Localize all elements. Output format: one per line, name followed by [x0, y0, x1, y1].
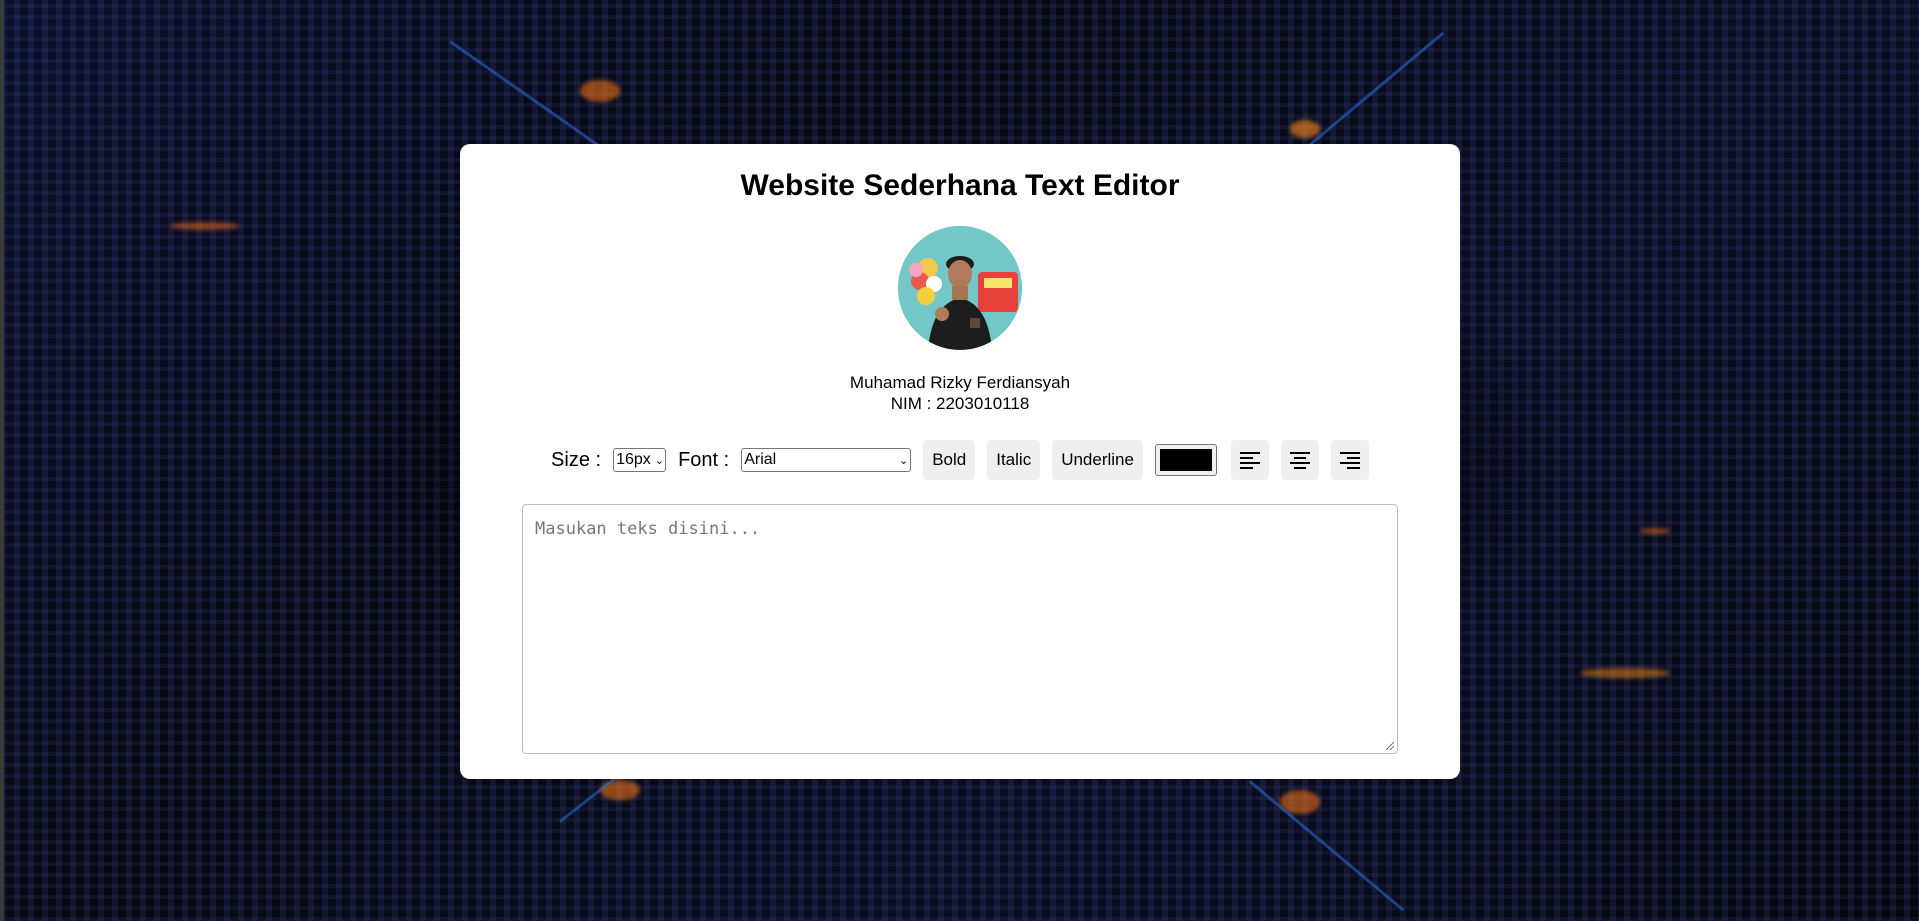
editor-placeholder: Masukan teks disini... — [535, 519, 761, 539]
font-size-value: 16px — [616, 451, 651, 468]
italic-button[interactable]: Italic — [987, 440, 1041, 480]
align-left-icon — [1239, 452, 1260, 469]
chevron-down-icon: ⌄ — [898, 454, 909, 467]
text-editor-area[interactable]: Masukan teks disini... — [522, 504, 1398, 754]
resize-handle-icon[interactable] — [1386, 742, 1394, 750]
color-swatch — [1159, 449, 1212, 471]
align-right-icon — [1339, 452, 1360, 469]
align-center-icon — [1289, 452, 1310, 469]
formatting-toolbar: Size : 16px ⌄ Font : Arial ⌄ Bold Italic… — [460, 440, 1460, 480]
profile-nim: NIM : 2203010118 — [890, 394, 1030, 413]
align-left-button[interactable] — [1230, 440, 1269, 480]
chevron-down-icon: ⌄ — [654, 454, 664, 467]
font-size-select[interactable]: 16px ⌄ — [613, 448, 667, 472]
profile-name: Muhamad Rizky Ferdiansyah — [849, 373, 1071, 392]
avatar — [898, 226, 1022, 350]
page-title: Website Sederhana Text Editor — [740, 169, 1180, 202]
bold-button[interactable]: Bold — [923, 440, 976, 480]
font-family-value: Arial — [744, 451, 777, 468]
underline-button[interactable]: Underline — [1052, 440, 1143, 480]
align-center-button[interactable] — [1280, 440, 1319, 480]
font-label: Font : — [678, 448, 730, 471]
text-color-picker[interactable] — [1154, 444, 1217, 476]
editor-card: Website Sederhana Text Editor Muhamad Ri… — [460, 144, 1460, 779]
font-family-select[interactable]: Arial ⌄ — [741, 448, 912, 472]
window-edge — [0, 0, 4, 921]
profile-photo — [898, 226, 1022, 350]
align-right-button[interactable] — [1330, 440, 1369, 480]
size-label: Size : — [551, 448, 602, 471]
